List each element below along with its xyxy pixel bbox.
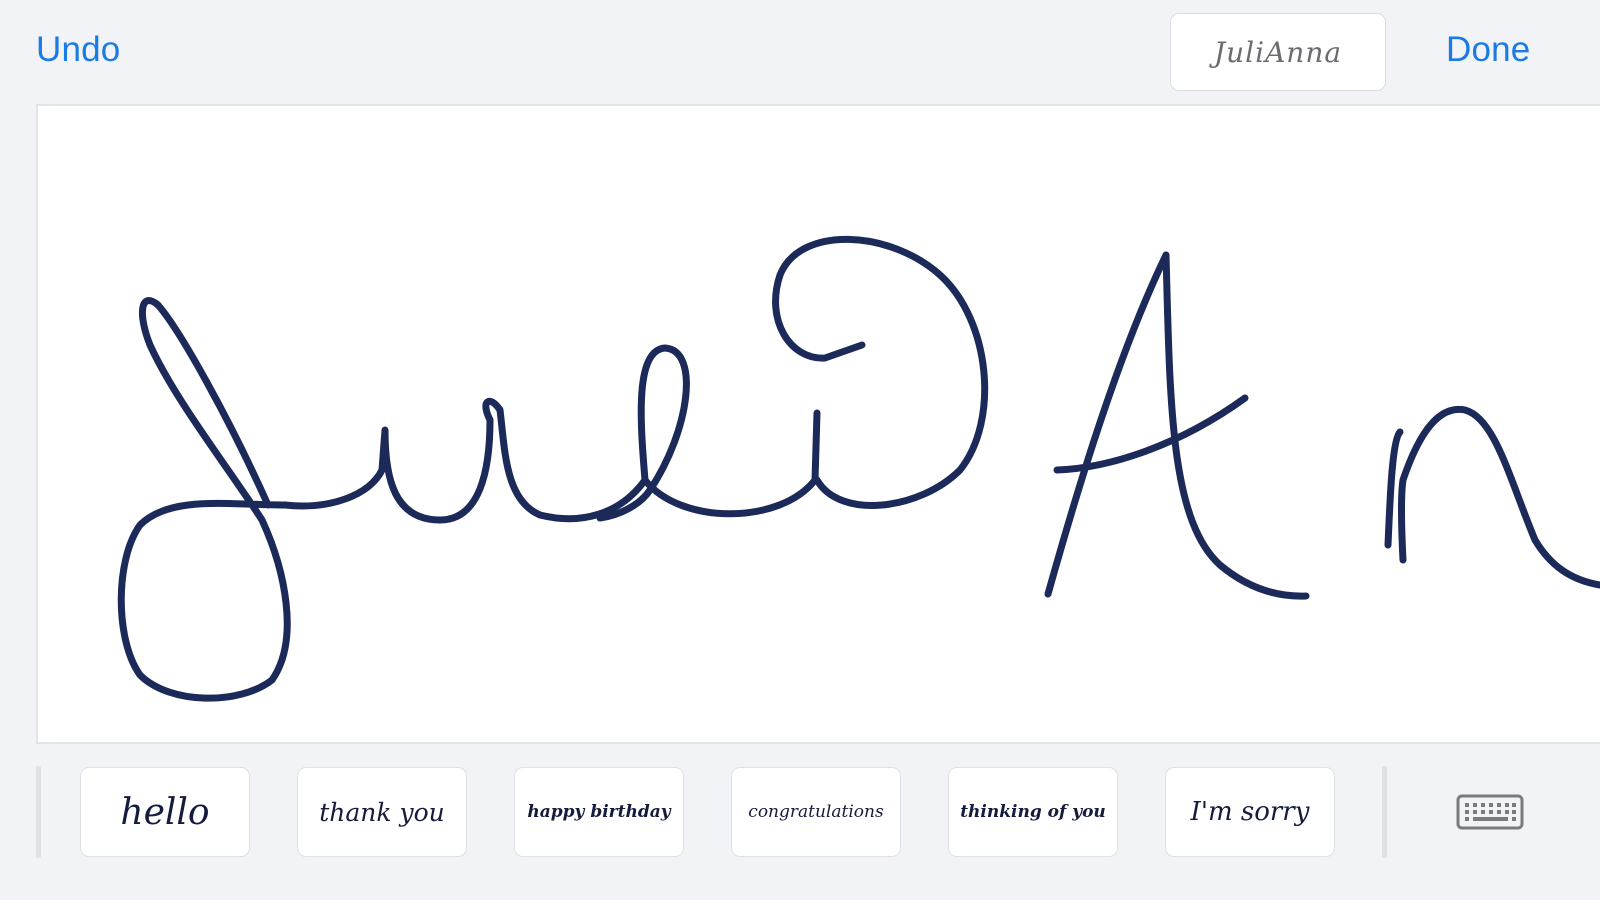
handwriting-strokes [117, 235, 1600, 702]
handwriting-canvas[interactable] [36, 104, 1600, 744]
keyboard-icon [1456, 794, 1524, 830]
phrase-thinking-of-you[interactable]: thinking of you [948, 767, 1118, 857]
phrase-label: congratulations [748, 802, 884, 822]
phrase-thank-you[interactable]: thank you [297, 767, 467, 857]
phrase-im-sorry[interactable]: I'm sorry [1165, 767, 1335, 857]
stroke-j [117, 297, 291, 702]
done-button[interactable]: Done [1446, 30, 1530, 70]
phrase-label: happy birthday [527, 802, 671, 822]
stroke-a-right [1162, 251, 1310, 600]
phrase-label: thinking of you [960, 802, 1106, 822]
keyboard-button[interactable] [1456, 794, 1524, 830]
phrase-bar: hello thank you happy birthday congratul… [0, 744, 1600, 900]
phrase-happy-birthday[interactable]: happy birthday [514, 767, 684, 857]
phrase-label: I'm sorry [1190, 797, 1310, 827]
phrase-label: hello [120, 791, 210, 833]
stroke-i2 [772, 235, 989, 509]
phrase-bar-divider-left [36, 766, 41, 858]
stroke-l2 [596, 344, 690, 522]
stroke-a-left [1044, 251, 1170, 598]
handwriting-preview-text: JuliAnna [1213, 35, 1343, 69]
handwriting-preview[interactable]: JuliAnna [1170, 13, 1386, 91]
undo-button[interactable]: Undo [36, 30, 120, 70]
phrase-hello[interactable]: hello [80, 767, 250, 857]
top-toolbar: Undo JuliAnna Done [0, 0, 1600, 105]
stroke-u [281, 416, 494, 524]
stroke-n [1384, 405, 1600, 589]
phrase-congratulations[interactable]: congratulations [731, 767, 901, 857]
phrase-bar-divider-right [1382, 766, 1387, 858]
phrase-label: thank you [319, 797, 445, 827]
stroke-i [641, 409, 821, 518]
stroke-l [482, 397, 649, 523]
